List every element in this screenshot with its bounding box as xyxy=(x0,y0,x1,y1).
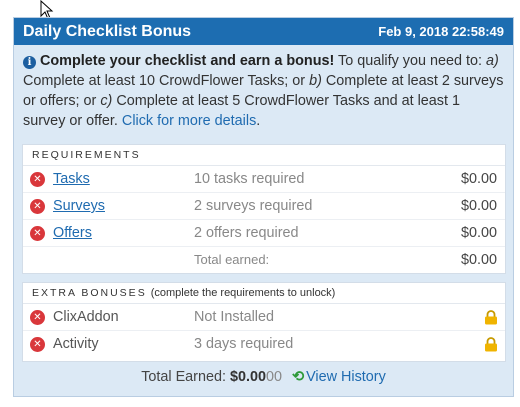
extra-bonuses-heading: EXTRA BONUSES xyxy=(32,287,147,299)
tasks-link[interactable]: Tasks xyxy=(53,166,90,192)
close-circle-icon: ✕ xyxy=(30,226,45,241)
info-icon: i xyxy=(23,56,36,69)
option-a-label: a) xyxy=(486,53,499,69)
tasks-status: 10 tasks required xyxy=(194,171,305,187)
requirement-row-offers: ✕ Offers 2 offers required $0.00 xyxy=(23,220,505,247)
requirement-row-surveys: ✕ Surveys 2 surveys required $0.00 xyxy=(23,193,505,220)
footer-total-label: Total Earned: xyxy=(141,369,226,385)
extra-bonuses-title: EXTRA BONUSES (complete the requirements … xyxy=(23,283,505,304)
close-circle-icon: ✕ xyxy=(30,199,45,214)
clixaddon-status: Not Installed xyxy=(194,309,274,325)
extra-bonuses-panel: EXTRA BONUSES (complete the requirements … xyxy=(22,282,506,362)
close-circle-icon: ✕ xyxy=(30,310,45,325)
requirements-title: REQUIREMENTS xyxy=(23,145,505,166)
surveys-status: 2 surveys required xyxy=(194,198,313,214)
widget-date: Feb 9, 2018 22:58:49 xyxy=(378,24,504,39)
intro-text-1: To qualify you need to: xyxy=(334,53,487,69)
option-c-label: c) xyxy=(100,93,113,109)
total-earned-amount: $0.00 xyxy=(460,252,497,268)
bonus-row-activity: ✕ Activity 3 days required xyxy=(23,331,505,357)
footer-total-cents: 00 xyxy=(266,369,283,385)
surveys-amount: $0.00 xyxy=(460,198,497,214)
offers-status: 2 offers required xyxy=(194,225,299,241)
option-b-label: b) xyxy=(309,73,322,89)
close-circle-icon: ✕ xyxy=(30,172,45,187)
bonus-row-clixaddon: ✕ ClixAddon Not Installed xyxy=(23,304,505,331)
total-earned-label: Total earned: xyxy=(194,252,270,267)
tasks-amount: $0.00 xyxy=(460,171,497,187)
lock-icon xyxy=(485,310,497,325)
intro-end: . xyxy=(256,113,261,129)
requirements-panel: REQUIREMENTS ✕ Tasks 10 tasks required $… xyxy=(22,144,506,274)
widget-footer: Total Earned: $0.0000 ⟲ View History xyxy=(14,369,513,385)
more-details-link[interactable]: Click for more details xyxy=(122,113,256,129)
daily-checklist-widget: Daily Checklist Bonus Feb 9, 2018 22:58:… xyxy=(13,17,514,397)
extra-bonuses-note: (complete the requirements to unlock) xyxy=(150,287,336,299)
requirement-row-tasks: ✕ Tasks 10 tasks required $0.00 xyxy=(23,166,505,193)
offers-amount: $0.00 xyxy=(460,225,497,241)
offers-link[interactable]: Offers xyxy=(53,220,92,246)
intro-lead: Complete your checklist and earn a bonus… xyxy=(40,53,335,69)
footer-total-amount: $0.00 xyxy=(230,369,267,385)
widget-title: Daily Checklist Bonus xyxy=(23,22,192,40)
view-history-link[interactable]: ⟲ View History xyxy=(292,369,386,385)
widget-header: Daily Checklist Bonus Feb 9, 2018 22:58:… xyxy=(14,18,513,45)
close-circle-icon: ✕ xyxy=(30,337,45,352)
intro-text-2: Complete at least 10 CrowdFlower Tasks; … xyxy=(23,73,310,89)
lock-icon xyxy=(485,337,497,352)
activity-status: 3 days required xyxy=(194,336,294,352)
intro-text: i Complete your checklist and earn a bonu… xyxy=(14,45,513,131)
requirements-total-row: Total earned: $0.00 xyxy=(23,247,505,273)
history-icon: ⟲ xyxy=(292,369,305,385)
activity-label: Activity xyxy=(53,336,99,352)
clixaddon-label: ClixAddon xyxy=(53,309,119,325)
surveys-link[interactable]: Surveys xyxy=(53,193,105,219)
view-history-label: View History xyxy=(306,369,386,385)
